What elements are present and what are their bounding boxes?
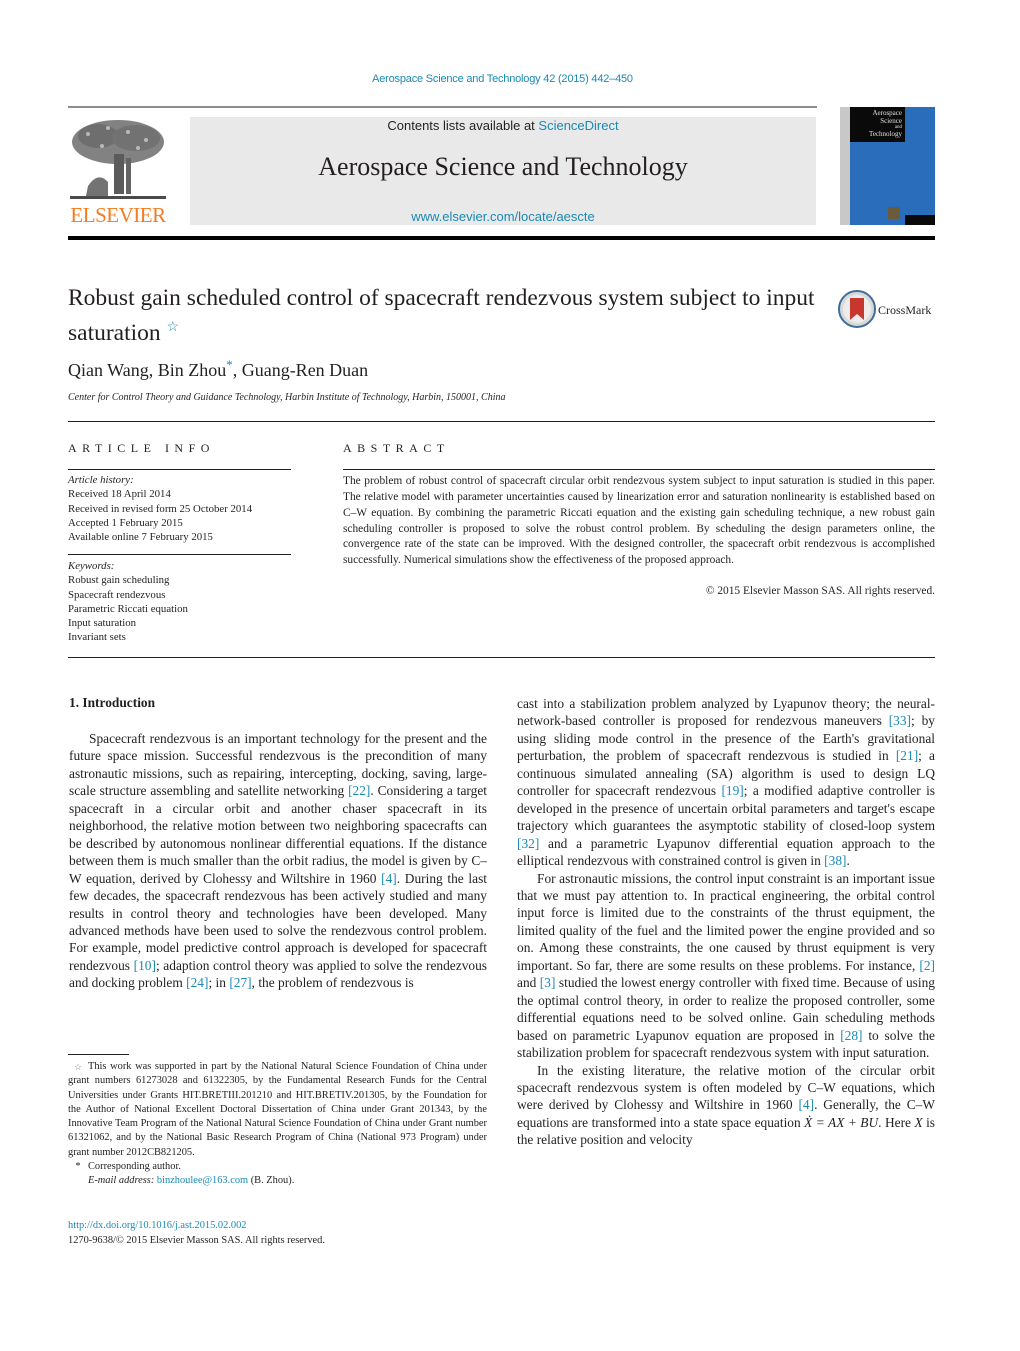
contents-availability: Contents lists available at ScienceDirec… — [190, 118, 816, 133]
corresponding-footnote: * Corresponding author. — [68, 1160, 487, 1174]
paragraph: cast into a stabilization problem analyz… — [517, 696, 936, 869]
article-title: Robust gain scheduled control of spacecr… — [68, 284, 828, 348]
header-divider — [68, 106, 817, 108]
keyword-item: Robust gain scheduling — [68, 574, 170, 587]
citation-link[interactable]: [33] — [889, 713, 911, 728]
keyword-item: Input saturation — [68, 617, 137, 630]
masthead-bottom-rule — [68, 236, 935, 240]
history-item: Received in revised form 25 October 2014 — [68, 502, 253, 515]
cover-stripe — [840, 107, 850, 225]
contents-prefix: Contents lists available at — [387, 118, 539, 133]
funding-footnote: ☆ This work was supported in part by the … — [68, 1060, 487, 1160]
email-suffix: (B. Zhou). — [248, 1175, 295, 1187]
citation-link[interactable]: [21] — [896, 748, 918, 763]
citation-link[interactable]: [3] — [540, 975, 556, 990]
paragraph: For astronautic missions, the control in… — [517, 870, 935, 1061]
keywords: Keywords: Robust gain scheduling Spacecr… — [68, 559, 293, 645]
title-footnote-star-icon[interactable]: ☆ — [167, 320, 180, 335]
corresponding-text: Corresponding author. — [88, 1161, 181, 1173]
journal-masthead: Contents lists available at ScienceDirec… — [190, 117, 816, 225]
crossmark-label: CrossMark — [878, 303, 932, 317]
paragraph: Spacecraft rendezvous is an important te… — [69, 731, 487, 991]
article-title-text: Robust gain scheduled control of spacecr… — [68, 285, 815, 346]
article-history: Article history: Received 18 April 2014 … — [68, 473, 293, 544]
abstract-copyright: © 2015 Elsevier Masson SAS. All rights r… — [705, 585, 935, 597]
email-link[interactable]: binzhoulee@163.com — [157, 1175, 248, 1186]
citation-link[interactable]: [38] — [824, 853, 846, 868]
affiliation: Center for Control Theory and Guidance T… — [68, 392, 506, 403]
issn-copyright: 1270-9638/© 2015 Elsevier Masson SAS. Al… — [68, 1235, 325, 1246]
citation-link[interactable]: [27] — [229, 975, 251, 990]
footnote-asterisk-icon: * — [75, 1161, 81, 1173]
keyword-item: Spacecraft rendezvous — [68, 588, 166, 601]
history-item: Accepted 1 February 2015 — [68, 516, 183, 529]
citation-link[interactable]: [4] — [381, 871, 397, 886]
body-column-right: cast into a stabilization problem analyz… — [517, 695, 935, 1149]
paragraph: In the existing literature, the relative… — [517, 1062, 936, 1148]
cover-publisher-icon — [888, 207, 900, 219]
elsevier-logo[interactable]: ELSEVIER — [68, 116, 168, 228]
inline-math: Ẋ = AX + BU — [804, 1114, 879, 1130]
history-item: Available online 7 February 2015 — [68, 531, 213, 544]
citation-link[interactable]: [10] — [134, 958, 156, 973]
inline-math: X — [914, 1114, 923, 1130]
author-list: Qian Wang, Bin Zhou*, Guang-Ren Duan — [68, 357, 368, 381]
cover-footer — [905, 215, 935, 225]
elsevier-tree-icon — [68, 116, 168, 204]
journal-reference-link[interactable]: Aerospace Science and Technology 42 (201… — [0, 73, 1005, 85]
citation-link[interactable]: [4] — [798, 1097, 814, 1112]
article-info-heading: ARTICLE INFO — [68, 441, 215, 455]
history-item: Received 18 April 2014 — [68, 488, 171, 501]
email-label: E-mail address: — [88, 1175, 157, 1187]
cover-title-line: Science — [880, 117, 902, 125]
front-matter-divider — [68, 421, 935, 422]
article-info-divider — [68, 554, 291, 555]
crossmark-badge[interactable]: CrossMark — [838, 290, 938, 330]
body-column-left: Spacecraft rendezvous is an important te… — [69, 730, 487, 992]
funding-text: This work was supported in part by the N… — [68, 1061, 487, 1158]
citation-link[interactable]: [22] — [348, 783, 370, 798]
cover-title: Aerospace Science and Technology — [852, 109, 902, 138]
crossmark-icon — [838, 290, 876, 328]
footnote-star-icon: ☆ — [73, 1062, 83, 1072]
abstract-text: The problem of robust control of spacecr… — [343, 475, 935, 567]
footnote-rule — [68, 1054, 129, 1055]
email-footnote: E-mail address: binzhoulee@163.com (B. Z… — [68, 1174, 487, 1188]
cover-blue-top — [905, 107, 935, 142]
sciencedirect-link[interactable]: ScienceDirect — [538, 118, 618, 133]
elsevier-wordmark: ELSEVIER — [70, 203, 166, 227]
article-info-divider — [68, 469, 291, 470]
journal-homepage-link[interactable]: www.elsevier.com/locate/aescte — [190, 209, 816, 224]
footnotes: ☆ This work was supported in part by the … — [68, 1060, 487, 1189]
citation-link[interactable]: [19] — [721, 783, 743, 798]
authors-text: , Guang-Ren Duan — [232, 360, 369, 380]
section-heading-introduction: 1. Introduction — [69, 695, 156, 710]
doi-block: http://dx.doi.org/10.1016/j.ast.2015.02.… — [68, 1218, 325, 1248]
citation-link[interactable]: [32] — [517, 836, 539, 851]
journal-title: Aerospace Science and Technology — [318, 152, 688, 181]
authors-text: Qian Wang, Bin Zhou — [68, 360, 227, 380]
history-label: Article history: — [68, 474, 134, 486]
doi-link[interactable]: http://dx.doi.org/10.1016/j.ast.2015.02.… — [68, 1218, 325, 1233]
keywords-label: Keywords: — [68, 560, 115, 572]
front-matter-end-divider — [68, 657, 935, 658]
cover-title-line: Aerospace — [872, 109, 902, 117]
journal-cover-thumbnail[interactable]: Aerospace Science and Technology — [840, 107, 935, 225]
keyword-item: Invariant sets — [68, 631, 126, 644]
citation-link[interactable]: [24] — [186, 975, 208, 990]
citation-link[interactable]: [2] — [919, 958, 935, 973]
cover-title-line: Technology — [869, 130, 902, 138]
keyword-item: Parametric Riccati equation — [68, 602, 188, 615]
abstract-divider — [343, 469, 935, 470]
citation-link[interactable]: [28] — [840, 1028, 862, 1043]
abstract-heading: ABSTRACT — [343, 441, 450, 455]
